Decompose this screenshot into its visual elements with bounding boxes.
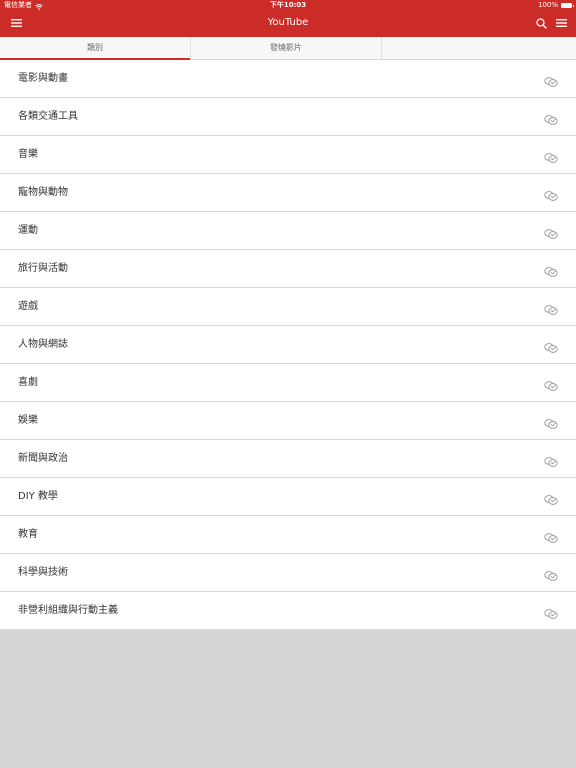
- subscribe-icon[interactable]: [544, 415, 558, 429]
- subscribe-icon[interactable]: [544, 225, 558, 239]
- category-row-movies[interactable]: 電影與動畫: [0, 60, 576, 98]
- category-label: 各類交通工具: [18, 111, 78, 122]
- category-row-autos[interactable]: 各類交通工具: [0, 98, 576, 136]
- subscribe-icon[interactable]: [544, 605, 558, 619]
- status-time: 下午10:03: [269, 1, 307, 9]
- category-row-travel[interactable]: 旅行與活動: [0, 250, 576, 288]
- category-row-nonprofit[interactable]: 非營利組織與行動主義: [0, 592, 576, 630]
- battery-percent: 100%: [537, 1, 558, 9]
- status-bar: 電信業者 下午10:03 100%: [0, 0, 576, 11]
- youtube-app: 電信業者 下午10:03 100% YouTube 類別 發燒影片 電影與動畫 …: [0, 0, 576, 768]
- category-row-sports[interactable]: 運動: [0, 212, 576, 250]
- subscribe-icon[interactable]: [544, 263, 558, 277]
- category-row-people[interactable]: 人物與網誌: [0, 326, 576, 364]
- status-right: 100%: [537, 0, 574, 11]
- subscribe-icon[interactable]: [544, 301, 558, 315]
- list-menu-icon[interactable]: [554, 16, 568, 30]
- category-label: 教育: [18, 529, 38, 540]
- subscribe-icon[interactable]: [544, 529, 558, 543]
- subscribe-icon[interactable]: [544, 491, 558, 505]
- subscribe-icon[interactable]: [544, 73, 558, 87]
- category-row-gaming[interactable]: 遊戲: [0, 288, 576, 326]
- category-row-education[interactable]: 教育: [0, 516, 576, 554]
- subscribe-icon[interactable]: [544, 377, 558, 391]
- category-label: 遊戲: [18, 301, 38, 312]
- tab-categories[interactable]: 類別: [0, 37, 191, 60]
- nav-bar: YouTube: [0, 11, 576, 37]
- category-label: 新聞與政治: [18, 453, 68, 464]
- tab-trending[interactable]: 發燒影片: [191, 37, 382, 59]
- search-icon[interactable]: [534, 16, 548, 30]
- subscribe-icon[interactable]: [544, 149, 558, 163]
- category-label: 喜劇: [18, 377, 38, 388]
- category-list: 電影與動畫 各類交通工具 音樂 寵物與動物 運動 旅行與活動 遊戲 人物與網誌: [0, 60, 576, 630]
- category-label: 音樂: [18, 149, 38, 160]
- category-label: 旅行與活動: [18, 263, 68, 274]
- subscribe-icon[interactable]: [544, 111, 558, 125]
- subscribe-icon[interactable]: [544, 453, 558, 467]
- category-label: DIY 教學: [18, 491, 58, 502]
- category-row-howto[interactable]: DIY 教學: [0, 478, 576, 516]
- subscribe-icon[interactable]: [544, 187, 558, 201]
- category-label: 人物與網誌: [18, 339, 68, 350]
- category-row-entertainment[interactable]: 娛樂: [0, 402, 576, 440]
- category-label: 電影與動畫: [18, 73, 68, 84]
- subscribe-icon[interactable]: [544, 339, 558, 353]
- category-label: 非營利組織與行動主義: [18, 605, 118, 616]
- nav-title: YouTube: [267, 17, 309, 28]
- battery-icon: [561, 3, 574, 8]
- category-label: 科學與技術: [18, 567, 68, 578]
- tab-empty: [382, 37, 576, 59]
- category-label: 運動: [18, 225, 38, 236]
- category-row-pets[interactable]: 寵物與動物: [0, 174, 576, 212]
- category-row-comedy[interactable]: 喜劇: [0, 364, 576, 402]
- category-row-science[interactable]: 科學與技術: [0, 554, 576, 592]
- subscribe-icon[interactable]: [544, 567, 558, 581]
- category-row-news[interactable]: 新聞與政治: [0, 440, 576, 478]
- category-row-music[interactable]: 音樂: [0, 136, 576, 174]
- category-label: 寵物與動物: [18, 187, 68, 198]
- tab-bar: 類別 發燒影片: [0, 37, 576, 60]
- category-label: 娛樂: [18, 415, 38, 426]
